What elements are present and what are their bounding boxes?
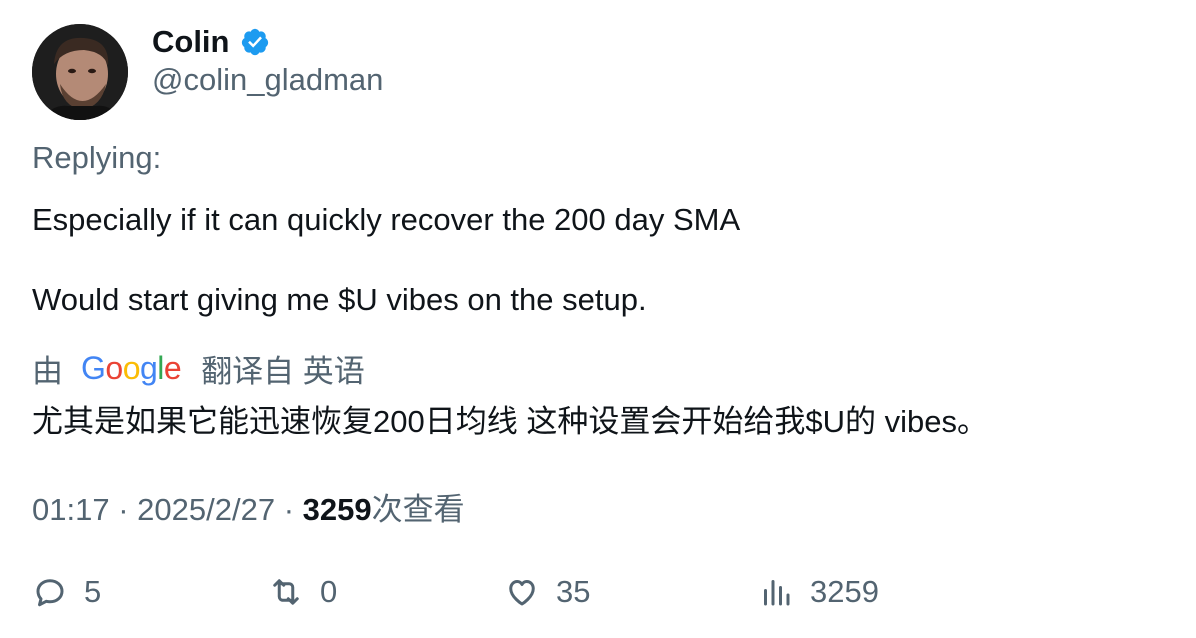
views-action-count: 3259	[810, 574, 879, 609]
tweet-time[interactable]: 01:17	[32, 492, 110, 527]
heart-icon	[509, 580, 535, 606]
analytics-icon	[764, 580, 790, 606]
translated-by-label: 由	[32, 353, 63, 389]
author-handle[interactable]: @colin_gladman	[152, 62, 383, 98]
reply-button[interactable]: 5	[32, 570, 101, 614]
avatar-image	[32, 24, 128, 120]
tweet-text-line-2: Would start giving me $U vibes on the se…	[32, 282, 647, 317]
views-button[interactable]: 3259	[758, 570, 879, 614]
replying-label: Replying:	[32, 140, 162, 175]
tweet-date[interactable]: 2025/2/27	[137, 492, 275, 527]
translation-attribution: 由 Google 翻译自 英语	[32, 346, 365, 390]
translated-text: 尤其是如果它能迅速恢复200日均线 这种设置会开始给我$U的 vibes。	[32, 404, 988, 439]
tweet-meta: 01:17 · 2025/2/27 · 3259次查看	[32, 484, 465, 529]
translated-from-link[interactable]: 翻译自 英语	[201, 346, 365, 391]
meta-separator: ·	[283, 492, 295, 527]
avatar[interactable]	[32, 24, 128, 120]
views-count: 3259	[302, 492, 372, 527]
meta-separator: ·	[118, 492, 129, 527]
verified-badge-icon	[241, 28, 268, 56]
views-label: 次查看	[371, 492, 465, 527]
tweet-text-line-1: Especially if it can quickly recover the…	[32, 202, 741, 237]
google-logo: Google	[81, 349, 182, 386]
retweet-count: 0	[320, 574, 338, 609]
retweet-button[interactable]: 0	[268, 570, 337, 614]
reply-icon	[36, 579, 64, 607]
retweet-icon	[273, 579, 299, 605]
display-name[interactable]: Colin	[152, 24, 230, 60]
like-button[interactable]: 35	[504, 570, 590, 614]
reply-count: 5	[84, 574, 102, 609]
like-count: 35	[556, 574, 591, 609]
